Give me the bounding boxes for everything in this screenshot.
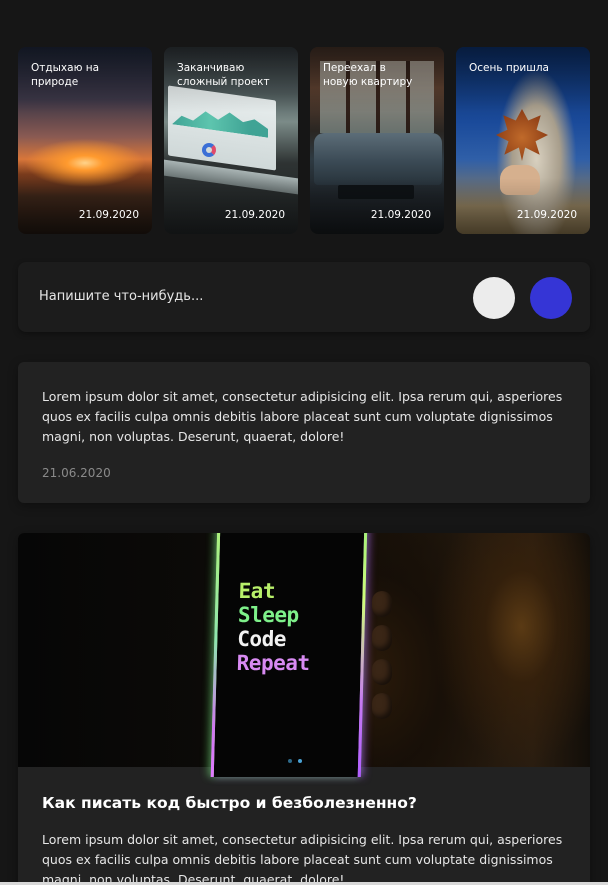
- carousel-dots[interactable]: [288, 759, 302, 763]
- post-text: Lorem ipsum dolor sit amet, consectetur …: [42, 389, 563, 444]
- stories-row: Отдыхаю на природе 21.09.2020 Заканчиваю…: [18, 47, 590, 234]
- phone-image: Eat Sleep Code Repeat: [210, 533, 368, 777]
- story-title: Осень пришла: [469, 62, 549, 74]
- story-card[interactable]: Переехал в новую квартиру 21.09.2020: [310, 47, 444, 234]
- story-title: Переехал в новую квартиру: [323, 62, 413, 88]
- composer-submit-button[interactable]: [530, 277, 572, 319]
- post-date: 21.06.2020: [42, 466, 111, 480]
- post-card: Lorem ipsum dolor sit amet, consectetur …: [18, 362, 590, 503]
- phone-motto: Eat Sleep Code Repeat: [236, 579, 310, 675]
- post-text: Lorem ipsum dolor sit amet, consectetur …: [42, 832, 563, 885]
- post-composer[interactable]: Напишите что-нибудь...: [18, 262, 590, 332]
- story-date: 21.09.2020: [224, 209, 285, 221]
- story-card[interactable]: Заканчиваю сложный проект 21.09.2020: [164, 47, 298, 234]
- composer-input[interactable]: Напишите что-нибудь...: [39, 289, 203, 304]
- story-title: Отдыхаю на природе: [31, 62, 100, 88]
- story-card[interactable]: Отдыхаю на природе 21.09.2020: [18, 47, 152, 234]
- story-date: 21.09.2020: [370, 209, 431, 221]
- post-title: Как писать код быстро и безболезненно?: [42, 794, 417, 812]
- story-title: Заканчиваю сложный проект: [177, 62, 270, 88]
- post-card: Eat Sleep Code Repeat Как писать код быс…: [18, 533, 590, 885]
- story-date: 21.09.2020: [78, 209, 139, 221]
- story-card[interactable]: Осень пришла 21.09.2020: [456, 47, 590, 234]
- composer-white-button[interactable]: [473, 277, 515, 319]
- post-image[interactable]: Eat Sleep Code Repeat: [18, 533, 590, 777]
- story-date: 21.09.2020: [516, 209, 577, 221]
- hand-fingers: [372, 591, 394, 721]
- feed-page: Отдыхаю на природе 21.09.2020 Заканчиваю…: [0, 0, 608, 885]
